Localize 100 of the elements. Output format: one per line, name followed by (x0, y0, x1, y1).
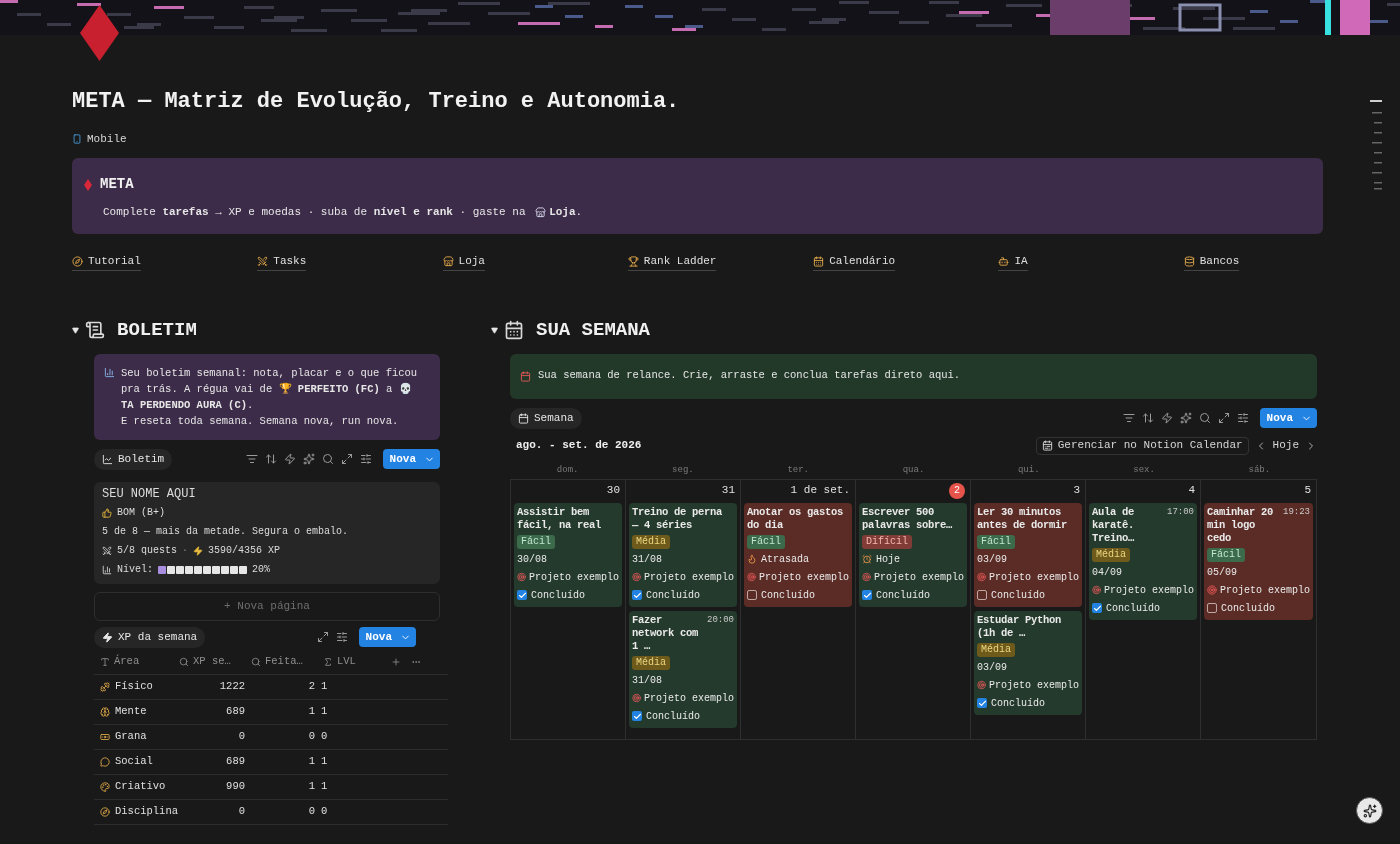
done-label: Concluído (876, 588, 930, 603)
checkbox[interactable] (977, 590, 987, 600)
table-cell-text: 1 (321, 778, 328, 794)
new-button[interactable]: Nova (358, 627, 416, 647)
nav-link[interactable]: Tutorial (72, 253, 141, 271)
event-card[interactable]: Assistir bem fácil, na real Fácil 30/08 Projeto exemplo Concluído (514, 502, 622, 607)
calendar-icon (518, 412, 529, 424)
banknote-icon (100, 731, 110, 742)
compass-icon (100, 806, 110, 817)
table-cell-text: Grana (115, 728, 147, 744)
dumbbell-icon (100, 681, 110, 692)
table-cell-text: Social (115, 753, 153, 769)
new-button[interactable]: Nova (1259, 408, 1317, 428)
robot-icon (998, 255, 1010, 267)
nav-link[interactable]: IA (998, 253, 1028, 271)
nav-link[interactable]: Calendário (813, 253, 896, 271)
calendar-icon (813, 255, 825, 267)
difficulty-tag: Fácil (977, 534, 1015, 549)
settings-icon[interactable] (335, 631, 348, 643)
event-card[interactable]: Fazer network com 1 … 20:00 Média 31/08 Projeto exemplo Concluído (629, 610, 737, 728)
checkbox[interactable] (747, 590, 757, 600)
phone-icon (72, 134, 82, 144)
nav-link[interactable]: Rank Ladder (627, 253, 717, 271)
help-button[interactable] (1356, 797, 1383, 824)
add-column-icon[interactable] (391, 657, 401, 667)
settings-icon[interactable] (359, 453, 372, 465)
store-link[interactable]: Loja (549, 204, 576, 221)
database-icon (1183, 255, 1195, 267)
card-title: SEU NOME AQUI (102, 487, 197, 500)
column-header[interactable]: Área (94, 654, 179, 670)
table-cell-text: Disciplina (115, 803, 178, 819)
page-title: META — Matriz de Evolução, Treino e Autonomia. (72, 90, 681, 114)
event-date: Atrasada (761, 552, 809, 567)
column-header[interactable]: XP se… (179, 654, 251, 670)
table-cell-text: 1 (321, 753, 328, 769)
checkbox[interactable] (517, 590, 527, 600)
event-card[interactable]: Caminhar 20 min logo cedo 19:23 Fácil 05/09 Projeto exemplo Concluído (1204, 502, 1313, 620)
sparkle-icon[interactable] (1179, 412, 1192, 424)
page-link[interactable]: Mobile (72, 130, 127, 148)
lightning-icon[interactable] (1160, 412, 1173, 424)
filter-icon[interactable] (245, 453, 258, 465)
done-label: Concluído (991, 588, 1045, 603)
project-label: Projeto exemplo (874, 570, 964, 585)
checkbox[interactable] (632, 711, 642, 721)
column-header[interactable]: LVL (323, 654, 391, 670)
separator: · (182, 544, 189, 557)
callout-title: META (100, 175, 134, 194)
text-type-icon (100, 657, 110, 667)
checkbox[interactable] (632, 590, 642, 600)
expand-icon[interactable] (1217, 412, 1230, 424)
event-title: Assistir bem fácil, na real (517, 505, 602, 532)
day-number: 3 (1073, 483, 1080, 499)
expand-icon[interactable] (316, 631, 329, 643)
expand-icon[interactable] (340, 453, 353, 465)
store-icon (535, 206, 547, 218)
toggle-icon[interactable] (72, 326, 79, 334)
new-button[interactable]: Nova (382, 449, 440, 469)
nav-link[interactable]: Tasks (257, 253, 307, 271)
event-date: Hoje (876, 552, 900, 567)
target-icon (1207, 585, 1217, 595)
grade-message: 5 de 8 — mais da metade. Segura o embalo. (102, 525, 350, 538)
view-tab[interactable]: XP da semana (94, 626, 206, 648)
sort-icon[interactable] (264, 453, 277, 465)
lightning-icon[interactable] (283, 453, 296, 465)
page-outline-drawing[interactable] (1370, 100, 1382, 190)
event-card[interactable]: Treino de perna — 4 séries Média 31/08 Projeto exemplo Concluído (629, 502, 737, 607)
toggle-icon[interactable] (491, 326, 498, 334)
today-button[interactable]: Hoje (1272, 437, 1299, 454)
table-cell-text: Mente (115, 703, 147, 719)
checkbox[interactable] (1092, 603, 1102, 613)
column-header[interactable]: Feita… (251, 654, 323, 670)
speech-icon (100, 756, 110, 767)
checkbox[interactable] (1207, 603, 1217, 613)
nav-link[interactable]: Loja (442, 253, 485, 271)
weekday-label: dom. (555, 463, 580, 477)
nav-link[interactable]: Bancos (1183, 253, 1240, 271)
event-card[interactable]: Estudar Python (1h de … Média 03/09 Projeto exemplo Concluído (974, 610, 1082, 715)
event-card[interactable]: Aula de karatê. Treino… 17:00 Média 04/09 Projeto exemplo Concluído (1089, 502, 1197, 620)
difficulty-tag: Média (1092, 547, 1130, 562)
event-card[interactable]: Escrever 500 palavras sobre… Difícil Hoje Projeto exemplo Concluído (859, 502, 967, 607)
sparkle-icon[interactable] (302, 453, 315, 465)
search-icon[interactable] (1198, 412, 1211, 424)
difficulty-tag: Difícil (862, 534, 912, 549)
settings-icon[interactable] (1236, 412, 1249, 424)
new-page-button[interactable]: + Nova página (94, 591, 440, 621)
done-label: Concluído (531, 588, 585, 603)
quests-count: 5/8 quests (117, 544, 177, 557)
checkbox[interactable] (977, 698, 987, 708)
lightning-icon (102, 631, 113, 643)
sort-icon[interactable] (1141, 412, 1154, 424)
done-label: Concluído (646, 709, 700, 724)
view-tab[interactable]: Semana (510, 407, 582, 429)
event-card[interactable]: Ler 30 minutos antes de dormir Fácil 03/09 Projeto exemplo Concluído (974, 502, 1082, 607)
score-card[interactable]: SEU NOME AQUI BOM (B+) 5 de 8 — mais da metade. Segura o embalo. 5/8 quests · 3590/4356 XP Nível: 20% (94, 481, 440, 584)
search-icon[interactable] (321, 453, 334, 465)
manage-calendar-button[interactable]: Gerenciar no Notion Calendar (1035, 436, 1249, 455)
checkbox[interactable] (862, 590, 872, 600)
view-tab[interactable]: Boletim (94, 448, 173, 470)
filter-icon[interactable] (1122, 412, 1135, 424)
event-card[interactable]: Anotar os gastos do dia Fácil Atrasada Projeto exemplo Concluído (744, 502, 852, 607)
